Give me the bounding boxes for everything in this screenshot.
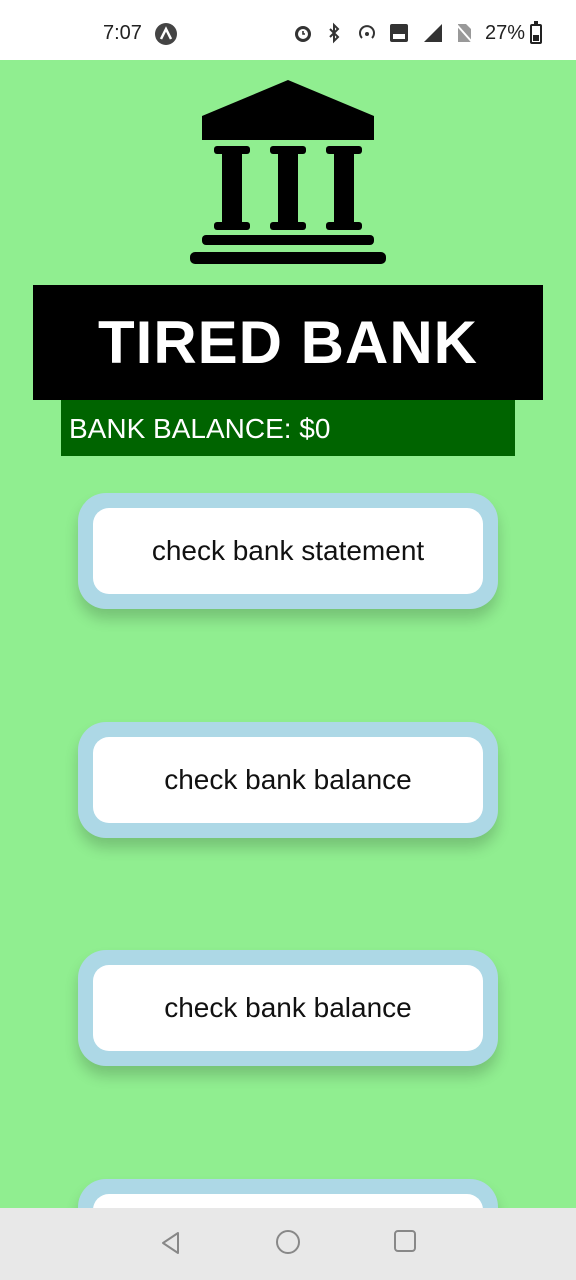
status-time: 7:07: [103, 22, 142, 44]
recents-icon[interactable]: [394, 1230, 416, 1252]
volte-icon: [388, 22, 410, 44]
bluetooth-icon: [324, 22, 346, 44]
battery-icon: [530, 21, 542, 44]
4g-signal-icon: [420, 22, 444, 44]
balance-display: BANK BALANCE: $0: [61, 400, 515, 456]
check-balance-button[interactable]: check bank balance: [93, 737, 483, 823]
status-bar: 7:07 27%: [0, 0, 576, 60]
check-balance-button-2[interactable]: check bank balance: [93, 965, 483, 1051]
no-sim-icon: [454, 22, 474, 44]
home-icon[interactable]: [276, 1230, 300, 1254]
app-notification-icon: [155, 23, 177, 45]
hotspot-icon: [356, 22, 378, 44]
back-icon[interactable]: [158, 1230, 184, 1261]
check-balance-button-frame[interactable]: check bank balance: [78, 722, 498, 838]
navigation-bar: [0, 1208, 576, 1280]
alarm-icon: [292, 22, 314, 44]
bank-icon: [190, 80, 386, 264]
battery-percent: 27%: [485, 22, 526, 44]
status-icons: [292, 22, 474, 44]
app-screen: TIRED BANK BANK BALANCE: $0 check bank s…: [0, 60, 576, 1208]
check-statement-button[interactable]: check bank statement: [93, 508, 483, 594]
check-balance-button-2-frame[interactable]: check bank balance: [78, 950, 498, 1066]
partial-button[interactable]: [93, 1194, 483, 1208]
check-statement-button-frame[interactable]: check bank statement: [78, 493, 498, 609]
partial-button-frame[interactable]: [78, 1179, 498, 1208]
bank-title: TIRED BANK: [33, 285, 543, 400]
